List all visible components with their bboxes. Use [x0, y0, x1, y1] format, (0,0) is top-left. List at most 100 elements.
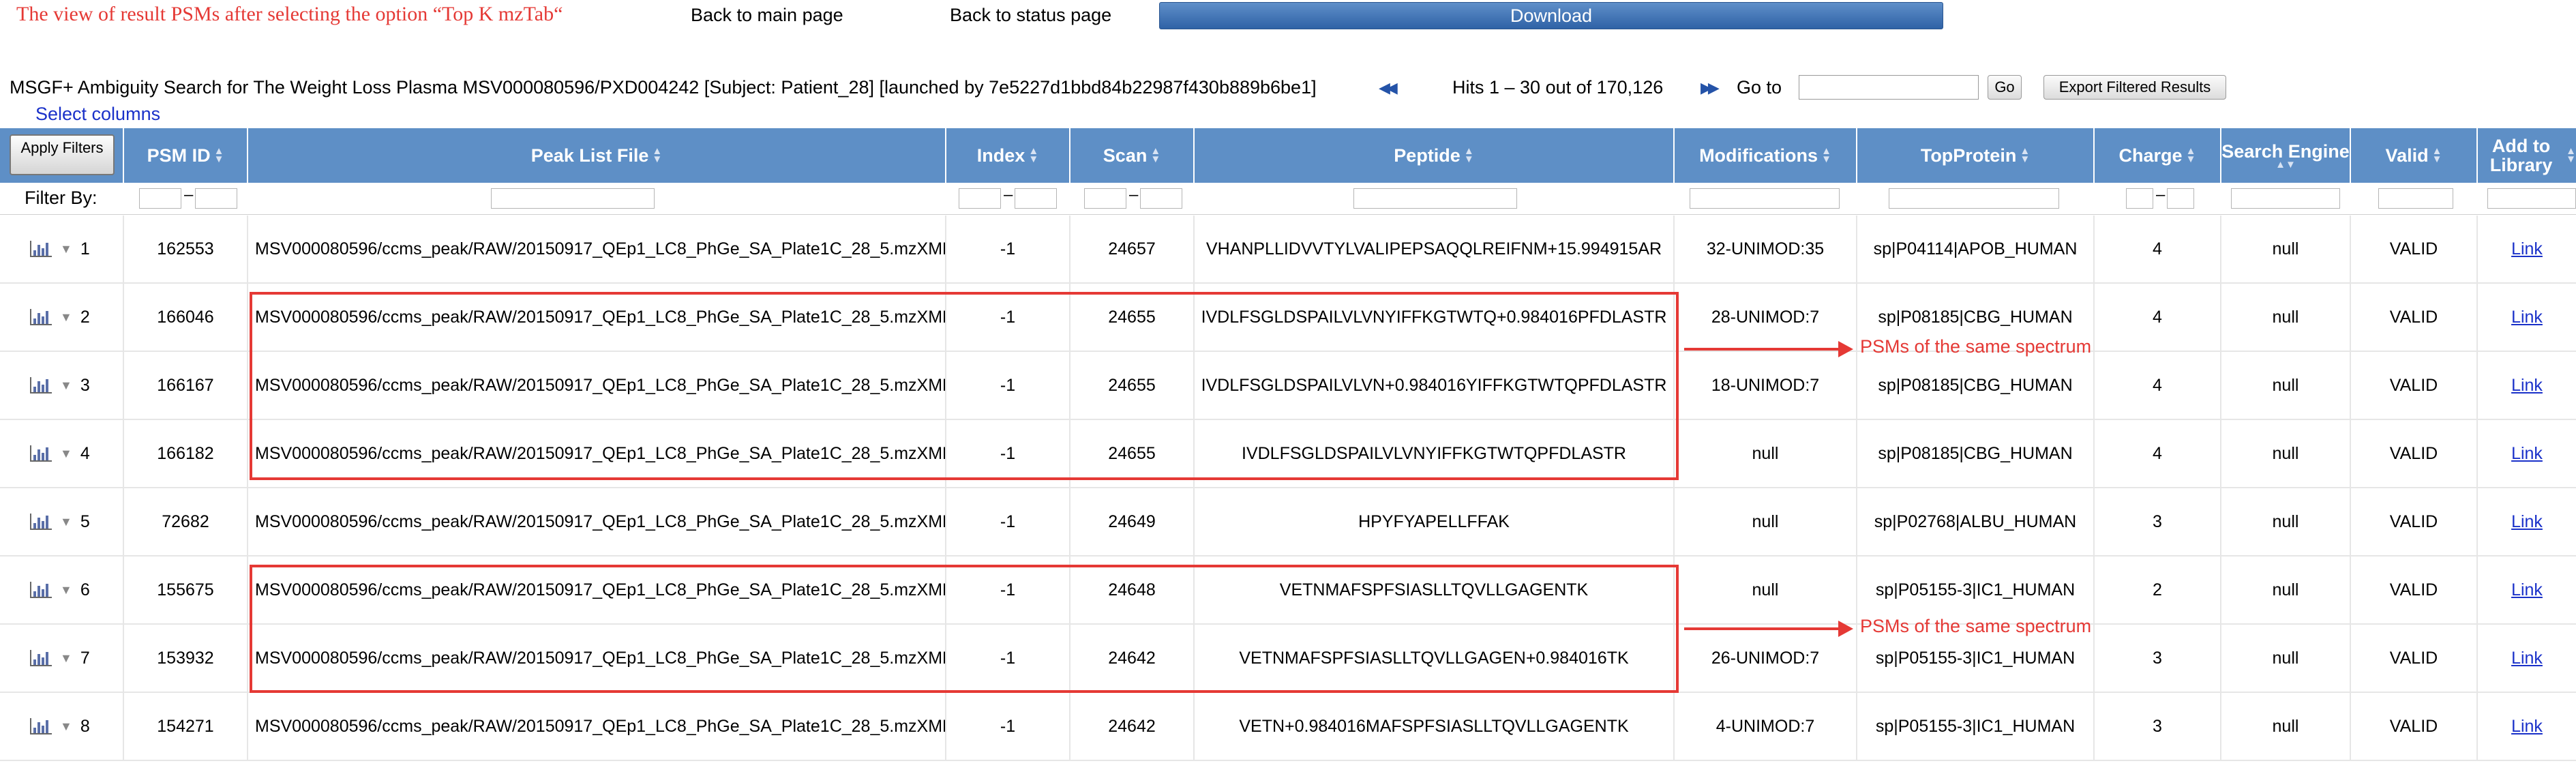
- cell-valid: VALID: [2351, 625, 2478, 692]
- cell-modifications: 28-UNIMOD:7: [1675, 284, 1857, 351]
- header-add-to-library[interactable]: Add to Library ▲ ▼: [2478, 128, 2576, 183]
- download-button[interactable]: Download: [1159, 2, 1943, 29]
- cell-psm-id: 155675: [124, 556, 248, 623]
- header-index[interactable]: Index ▲ ▼: [946, 128, 1070, 183]
- header-top-protein[interactable]: TopProtein ▲ ▼: [1857, 128, 2095, 183]
- add-to-library-link[interactable]: Link: [2478, 420, 2576, 487]
- filter-scan-max[interactable]: [1140, 188, 1182, 209]
- cell-valid: VALID: [2351, 556, 2478, 623]
- table-row: ▼ 5 72682 MSV000080596/ccms_peak/RAW/201…: [0, 488, 2576, 556]
- expand-icon[interactable]: ▼: [60, 515, 72, 529]
- row-number: 7: [80, 648, 90, 668]
- header-charge[interactable]: Charge ▲ ▼: [2095, 128, 2221, 183]
- expand-icon[interactable]: ▼: [60, 242, 72, 256]
- row-number: 4: [80, 443, 90, 463]
- cell-search-engine: null: [2221, 352, 2351, 419]
- goto-page-input[interactable]: [1799, 75, 1979, 100]
- filter-charge-max[interactable]: [2167, 188, 2194, 209]
- expand-icon[interactable]: ▼: [60, 310, 72, 325]
- add-to-library-link[interactable]: Link: [2478, 216, 2576, 282]
- filter-psm-id-max[interactable]: [195, 188, 237, 209]
- spectrum-chart-icon[interactable]: [30, 650, 52, 666]
- filter-peptide[interactable]: [1353, 188, 1517, 209]
- cell-top-protein: sp|P08185|CBG_HUMAN: [1857, 420, 2095, 487]
- apply-filters-button[interactable]: Apply Filters: [10, 134, 115, 175]
- row-number: 2: [80, 307, 90, 327]
- spectrum-chart-icon[interactable]: [30, 377, 52, 394]
- header-valid-label: Valid: [2385, 145, 2429, 166]
- figure-caption: The view of result PSMs after selecting …: [16, 3, 563, 25]
- cell-charge: 2: [2095, 556, 2221, 623]
- expand-icon[interactable]: ▼: [60, 651, 72, 666]
- filter-index-max[interactable]: [1015, 188, 1057, 209]
- sort-icon: ▲▼: [2275, 159, 2296, 170]
- header-modifications[interactable]: Modifications ▲ ▼: [1675, 128, 1857, 183]
- cell-psm-id: 72682: [124, 488, 248, 555]
- cell-psm-id: 153932: [124, 625, 248, 692]
- cell-search-engine: null: [2221, 625, 2351, 692]
- filter-top-protein[interactable]: [1889, 188, 2059, 209]
- cell-search-engine: null: [2221, 556, 2351, 623]
- cell-charge: 4: [2095, 284, 2221, 351]
- spectrum-chart-icon[interactable]: [30, 241, 52, 257]
- add-to-library-link[interactable]: Link: [2478, 488, 2576, 555]
- sort-icon: ▲▼: [2185, 145, 2196, 165]
- header-search-engine[interactable]: Search Engine ▲▼: [2221, 128, 2351, 183]
- back-to-status-link[interactable]: Back to status page: [950, 5, 1111, 26]
- cell-charge: 4: [2095, 216, 2221, 282]
- header-peptide[interactable]: Peptide ▲ ▼: [1195, 128, 1675, 183]
- spectrum-chart-icon[interactable]: [30, 718, 52, 734]
- filter-modifications[interactable]: [1690, 188, 1840, 209]
- select-columns-link[interactable]: Select columns: [35, 104, 160, 125]
- expand-icon[interactable]: ▼: [60, 378, 72, 393]
- add-to-library-link[interactable]: Link: [2478, 693, 2576, 760]
- range-dash: –: [2156, 185, 2166, 204]
- table-row: ▼ 8 154271 MSV000080596/ccms_peak/RAW/20…: [0, 693, 2576, 761]
- filter-index-min[interactable]: [959, 188, 1001, 209]
- filter-scan-min[interactable]: [1084, 188, 1126, 209]
- filter-valid[interactable]: [2378, 188, 2453, 209]
- annotation-label-2: PSMs of the same spectrum: [1860, 616, 2092, 636]
- filter-psm-id-min[interactable]: [139, 188, 181, 209]
- filter-charge-min[interactable]: [2126, 188, 2153, 209]
- first-page-icon[interactable]: ◀◀: [1379, 79, 1398, 97]
- annotation-arrow-2: [1684, 627, 1840, 630]
- header-scan[interactable]: Scan ▲ ▼: [1070, 128, 1195, 183]
- cell-search-engine: null: [2221, 488, 2351, 555]
- spectrum-chart-icon[interactable]: [30, 514, 52, 530]
- annotation-arrow-1: [1684, 348, 1840, 351]
- cell-charge: 3: [2095, 693, 2221, 760]
- add-to-library-link[interactable]: Link: [2478, 556, 2576, 623]
- cell-top-protein: sp|P05155-3|IC1_HUMAN: [1857, 693, 2095, 760]
- cell-peptide: HPYFYAPELLFFAK: [1195, 488, 1675, 555]
- cell-valid: VALID: [2351, 488, 2478, 555]
- header-valid[interactable]: Valid ▲ ▼: [2351, 128, 2478, 183]
- filter-search-engine[interactable]: [2231, 188, 2340, 209]
- cell-search-engine: null: [2221, 284, 2351, 351]
- spectrum-chart-icon[interactable]: [30, 445, 52, 462]
- export-filtered-results-button[interactable]: Export Filtered Results: [2043, 75, 2226, 100]
- expand-icon[interactable]: ▼: [60, 447, 72, 461]
- next-page-icon[interactable]: ▶▶: [1701, 79, 1720, 97]
- spectrum-chart-icon[interactable]: [30, 582, 52, 598]
- add-to-library-link[interactable]: Link: [2478, 284, 2576, 351]
- expand-icon[interactable]: ▼: [60, 583, 72, 597]
- sort-icon: ▲▼: [2020, 145, 2031, 165]
- expand-icon[interactable]: ▼: [60, 719, 72, 734]
- sort-icon: ▲▼: [1821, 145, 1831, 165]
- back-to-main-link[interactable]: Back to main page: [691, 5, 843, 26]
- cell-modifications: null: [1675, 488, 1857, 555]
- filter-add-to-library[interactable]: [2487, 188, 2576, 209]
- cell-charge: 3: [2095, 488, 2221, 555]
- header-psm-id[interactable]: PSM ID ▲ ▼: [124, 128, 248, 183]
- header-peak-list-file[interactable]: Peak List File ▲ ▼: [248, 128, 946, 183]
- spectrum-chart-icon[interactable]: [30, 309, 52, 325]
- add-to-library-link[interactable]: Link: [2478, 352, 2576, 419]
- cell-charge: 4: [2095, 420, 2221, 487]
- row-controls: ▼ 5: [0, 488, 124, 555]
- range-dash: –: [184, 185, 194, 204]
- go-button[interactable]: Go: [1988, 75, 2022, 100]
- add-to-library-link[interactable]: Link: [2478, 625, 2576, 692]
- sort-icon: ▲▼: [1150, 145, 1161, 165]
- filter-peak-list-file[interactable]: [491, 188, 655, 209]
